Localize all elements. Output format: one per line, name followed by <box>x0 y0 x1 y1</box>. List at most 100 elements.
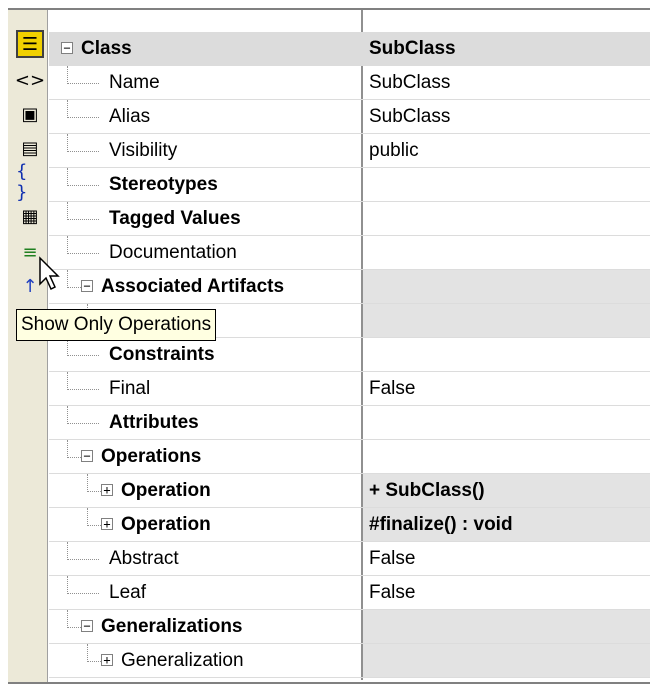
property-grid: − Class SubClass Name SubClass Alias SubClass V… <box>49 10 650 680</box>
collapse-icon[interactable]: − <box>81 450 93 462</box>
grid-top-spacer <box>49 10 650 33</box>
property-value[interactable] <box>363 236 650 269</box>
show-documentation-icon[interactable]: ▤ <box>16 134 44 162</box>
property-name: Leaf <box>109 582 146 603</box>
tree-connector <box>67 270 68 288</box>
tree-connector <box>87 644 88 662</box>
show-constraints-icon[interactable]: { } <box>16 161 44 203</box>
tree-connector <box>67 253 99 254</box>
tree-connector <box>67 117 99 118</box>
tree-connector <box>67 202 68 220</box>
property-value[interactable]: SubClass <box>363 32 650 65</box>
property-value[interactable]: + SubClass() <box>363 474 650 507</box>
property-value[interactable] <box>363 202 650 235</box>
property-name: Documentation <box>109 242 237 263</box>
tree-connector <box>67 542 68 560</box>
collapse-icon[interactable]: − <box>61 42 73 54</box>
property-value[interactable]: SubClass <box>363 100 650 133</box>
property-name: Stereotypes <box>109 174 218 195</box>
property-row[interactable]: − Operations <box>49 440 650 474</box>
property-value[interactable] <box>363 644 650 677</box>
property-row[interactable]: Attributes <box>49 406 650 440</box>
tree-connector <box>67 100 68 118</box>
property-name: Operations <box>101 446 202 467</box>
property-row[interactable]: Constraints <box>49 338 650 372</box>
property-name: Attributes <box>109 412 199 433</box>
property-value[interactable] <box>363 270 650 303</box>
property-row[interactable]: Alias SubClass <box>49 100 650 134</box>
tree-connector <box>67 236 68 254</box>
property-row[interactable]: Leaf False <box>49 576 650 610</box>
property-row[interactable]: Tagged Values <box>49 202 650 236</box>
property-value[interactable]: public <box>363 134 650 167</box>
property-name: Constraints <box>109 344 215 365</box>
expand-icon[interactable]: + <box>101 654 113 666</box>
property-row[interactable]: Name SubClass <box>49 66 650 100</box>
property-name: Final <box>109 378 151 399</box>
tree-connector <box>67 83 99 84</box>
tree-connector <box>67 219 99 220</box>
tree-connector <box>67 168 68 186</box>
class-header-row[interactable]: − Class SubClass <box>49 32 650 66</box>
tree-connector <box>67 134 68 152</box>
property-name: Associated Artifacts <box>101 276 285 297</box>
property-value[interactable] <box>363 440 650 473</box>
show-references-icon[interactable]: ▣ <box>16 100 44 128</box>
property-name: Alias <box>109 106 151 127</box>
property-value[interactable]: False <box>363 372 650 405</box>
collapse-icon[interactable]: − <box>81 620 93 632</box>
tree-connector <box>67 559 99 560</box>
property-name: Generalizations <box>101 616 243 637</box>
property-value[interactable]: False <box>363 542 650 575</box>
property-name: Operation <box>121 480 211 501</box>
property-name: Generalization <box>121 650 244 671</box>
property-value[interactable]: SubClass <box>363 66 650 99</box>
property-row[interactable]: Final False <box>49 372 650 406</box>
property-name: Visibility <box>109 140 178 161</box>
tree-connector <box>67 610 68 628</box>
tree-connector <box>67 185 99 186</box>
property-value[interactable] <box>363 338 650 371</box>
property-row[interactable]: Stereotypes <box>49 168 650 202</box>
property-value[interactable] <box>363 406 650 439</box>
property-name: Tagged Values <box>109 208 241 229</box>
show-all-icon[interactable]: ☰ <box>16 30 44 58</box>
show-tagged-values-icon[interactable]: ▦ <box>16 202 44 230</box>
tree-connector <box>67 593 99 594</box>
mouse-pointer-icon <box>39 256 60 291</box>
property-row[interactable]: + Operation #finalize() : void <box>49 508 650 542</box>
property-row[interactable]: + Generalization <box>49 644 650 678</box>
tree-connector <box>67 440 68 458</box>
expand-icon[interactable]: + <box>101 518 113 530</box>
property-row[interactable]: − Associated Artifacts <box>49 270 650 304</box>
property-name: Class <box>81 38 132 59</box>
property-value[interactable] <box>363 304 650 337</box>
property-name: Name <box>109 72 160 93</box>
expand-icon[interactable]: + <box>101 484 113 496</box>
tree-connector <box>87 508 88 526</box>
property-row[interactable]: + Operation + SubClass() <box>49 474 650 508</box>
tree-connector <box>67 389 99 390</box>
tree-connector <box>87 474 88 492</box>
tree-connector <box>67 66 68 84</box>
tree-connector <box>67 151 99 152</box>
property-value[interactable] <box>363 168 650 201</box>
tree-connector <box>67 406 68 424</box>
tooltip: Show Only Operations <box>16 309 217 341</box>
tree-connector <box>67 576 68 594</box>
property-value[interactable] <box>363 610 650 643</box>
property-row[interactable]: Visibility public <box>49 134 650 168</box>
property-row[interactable]: − Generalizations <box>49 610 650 644</box>
property-value[interactable]: #finalize() : void <box>363 508 650 541</box>
collapse-icon[interactable]: − <box>81 280 93 292</box>
show-properties-icon[interactable]: <> <box>15 66 45 94</box>
tree-connector <box>67 355 99 356</box>
tree-connector <box>67 372 68 390</box>
view-toolbar: ☰ <> ▣ ▤{ } ▦ ≡ ↑ <box>8 10 48 682</box>
property-name: Operation <box>121 514 211 535</box>
property-name: Abstract <box>109 548 179 569</box>
property-row[interactable]: Documentation <box>49 236 650 270</box>
tree-connector <box>67 423 99 424</box>
property-value[interactable]: False <box>363 576 650 609</box>
property-row[interactable]: Abstract False <box>49 542 650 576</box>
